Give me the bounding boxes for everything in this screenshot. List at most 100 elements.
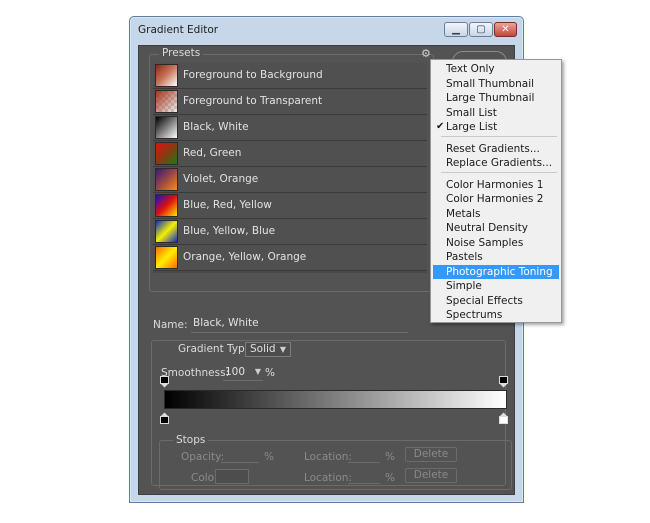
chevron-down-icon: ▼ bbox=[279, 345, 286, 354]
preset-row[interactable]: Red, Green bbox=[153, 141, 427, 167]
menu-item-label: Color Harmonies 1 bbox=[446, 179, 544, 191]
opacity-location-label: Location: bbox=[304, 451, 352, 463]
opacity-stop-right[interactable] bbox=[499, 376, 508, 388]
menu-item[interactable]: Reset Gradients... bbox=[433, 142, 559, 156]
preset-label: Foreground to Background bbox=[183, 69, 323, 81]
gradient-swatch bbox=[155, 64, 178, 87]
color-stop-left[interactable] bbox=[160, 412, 169, 424]
presets-flyout-menu: Text Only Small Thumbnail Large Thumbnail S… bbox=[430, 59, 562, 323]
menu-item-label: Large List bbox=[446, 121, 498, 133]
opacity-location-field[interactable] bbox=[348, 462, 380, 463]
color-stop-right[interactable] bbox=[499, 412, 508, 424]
name-field[interactable]: Black, White bbox=[191, 316, 408, 333]
preset-label: Violet, Orange bbox=[183, 173, 259, 185]
maximize-icon: ▢ bbox=[476, 24, 486, 35]
menu-item[interactable]: Metals bbox=[433, 207, 559, 221]
preset-row[interactable]: Foreground to Background bbox=[153, 63, 427, 89]
menu-separator bbox=[441, 172, 557, 173]
smoothness-value: 100 bbox=[225, 366, 246, 378]
checkmark-icon: ✔ bbox=[436, 121, 445, 132]
chevron-down-icon: ▼ bbox=[254, 367, 261, 376]
smoothness-unit: % bbox=[265, 367, 275, 379]
maximize-button[interactable]: ▢ bbox=[469, 22, 493, 37]
menu-item-label: Small Thumbnail bbox=[446, 78, 535, 90]
color-location-label: Location: bbox=[304, 472, 352, 484]
menu-item[interactable]: Small Thumbnail bbox=[433, 77, 559, 91]
preset-label: Red, Green bbox=[183, 147, 242, 159]
menu-separator bbox=[441, 136, 557, 137]
opacity-unit: % bbox=[264, 451, 274, 463]
menu-item-label: Reset Gradients... bbox=[446, 143, 540, 155]
menu-item[interactable]: Noise Samples bbox=[433, 236, 559, 250]
menu-item[interactable]: Text Only bbox=[433, 62, 559, 76]
menu-item[interactable]: Large Thumbnail bbox=[433, 91, 559, 105]
menu-item-label: Large Thumbnail bbox=[446, 92, 535, 104]
menu-item[interactable]: Spectrums bbox=[433, 308, 559, 322]
color-location-field[interactable] bbox=[348, 483, 380, 484]
gradient-swatch bbox=[155, 116, 178, 139]
window-title: Gradient Editor bbox=[138, 24, 219, 36]
menu-item[interactable]: Color Harmonies 2 bbox=[433, 192, 559, 206]
gradient-preview-bar[interactable] bbox=[164, 390, 507, 409]
menu-item-label: Color Harmonies 2 bbox=[446, 193, 544, 205]
menu-item-label: Spectrums bbox=[446, 309, 503, 321]
presets-label: Presets bbox=[159, 47, 204, 59]
preset-label: Orange, Yellow, Orange bbox=[183, 251, 307, 263]
close-button[interactable]: ✕ bbox=[494, 22, 517, 37]
preset-label: Foreground to Transparent bbox=[183, 95, 323, 107]
menu-item-label: Photographic Toning bbox=[446, 266, 553, 278]
stop-color-swatch[interactable] bbox=[215, 469, 249, 484]
color-delete-button[interactable]: Delete bbox=[405, 468, 457, 483]
gradient-swatch bbox=[155, 246, 178, 269]
preset-row[interactable]: Black, White bbox=[153, 115, 427, 141]
opacity-stop-left[interactable] bbox=[160, 376, 169, 388]
menu-item[interactable]: Small List bbox=[433, 106, 559, 120]
opacity-label: Opacity: bbox=[181, 451, 225, 463]
preset-label: Black, White bbox=[183, 121, 249, 133]
close-icon: ✕ bbox=[501, 24, 510, 35]
menu-item-label: Pastels bbox=[446, 251, 483, 263]
menu-item[interactable]: ✔ Large List bbox=[433, 120, 559, 134]
menu-item-label: Special Effects bbox=[446, 295, 523, 307]
menu-item-label: Simple bbox=[446, 280, 482, 292]
title-bar[interactable]: Gradient Editor ▁ ▢ ✕ bbox=[130, 17, 523, 44]
preset-row[interactable]: Orange, Yellow, Orange bbox=[153, 245, 427, 271]
menu-item-label: Noise Samples bbox=[446, 237, 524, 249]
preset-row[interactable]: Blue, Yellow, Blue bbox=[153, 219, 427, 245]
gradient-type-value: Solid bbox=[250, 343, 276, 355]
opacity-field[interactable] bbox=[221, 462, 259, 463]
menu-item[interactable]: Photographic Toning bbox=[433, 265, 559, 279]
gradient-swatch bbox=[155, 90, 178, 113]
preset-label: Blue, Red, Yellow bbox=[183, 199, 272, 211]
menu-item-label: Neutral Density bbox=[446, 222, 529, 234]
menu-item[interactable]: Neutral Density bbox=[433, 221, 559, 235]
menu-item[interactable]: Special Effects bbox=[433, 294, 559, 308]
menu-item-label: Text Only bbox=[446, 63, 495, 75]
gradient-swatch bbox=[155, 194, 178, 217]
color-location-unit: % bbox=[385, 472, 395, 484]
menu-item[interactable]: Color Harmonies 1 bbox=[433, 178, 559, 192]
preset-row[interactable]: Violet, Orange bbox=[153, 167, 427, 193]
preset-row[interactable]: Blue, Red, Yellow bbox=[153, 193, 427, 219]
gradient-type-select[interactable]: Solid ▼ bbox=[245, 342, 291, 357]
opacity-delete-button[interactable]: Delete bbox=[405, 447, 457, 462]
menu-item-label: Replace Gradients... bbox=[446, 157, 553, 169]
name-label: Name: bbox=[153, 319, 188, 331]
smoothness-field[interactable]: 100 ▼ bbox=[223, 365, 263, 381]
gradient-swatch bbox=[155, 168, 178, 191]
gradient-swatch bbox=[155, 142, 178, 165]
minimize-button[interactable]: ▁ bbox=[444, 22, 468, 37]
preset-row[interactable]: Foreground to Transparent bbox=[153, 89, 427, 115]
menu-item[interactable]: Replace Gradients... bbox=[433, 156, 559, 170]
minimize-icon: ▁ bbox=[452, 24, 460, 35]
smoothness-label: Smoothness: bbox=[161, 367, 230, 379]
menu-item[interactable]: Simple bbox=[433, 279, 559, 293]
menu-item[interactable]: Pastels bbox=[433, 250, 559, 264]
menu-item-label: Metals bbox=[446, 208, 481, 220]
opacity-location-unit: % bbox=[385, 451, 395, 463]
preset-list[interactable]: Foreground to Background Foreground to Tr… bbox=[153, 63, 427, 273]
gradient-swatch bbox=[155, 220, 178, 243]
preset-label: Blue, Yellow, Blue bbox=[183, 225, 276, 237]
menu-item-label: Small List bbox=[446, 107, 497, 119]
stops-label: Stops bbox=[173, 434, 209, 446]
